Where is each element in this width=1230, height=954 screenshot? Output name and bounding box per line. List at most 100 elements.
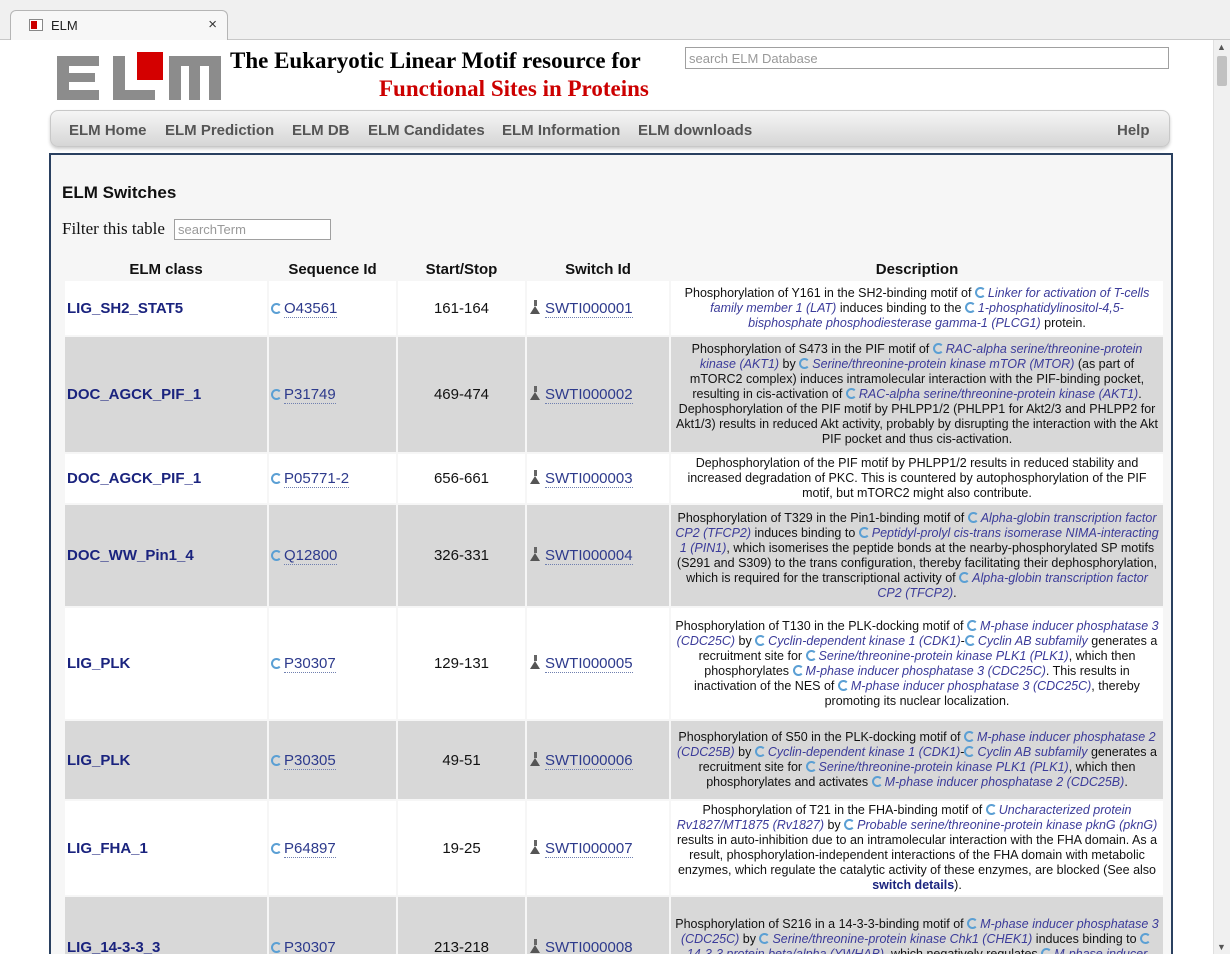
protein-icon: [271, 658, 282, 669]
protein-icon: [959, 571, 971, 583]
description-text: ).: [954, 878, 962, 892]
sequence-id-cell: P30307: [269, 608, 396, 719]
switch-id-cell: SWTI000008: [527, 897, 669, 954]
browser-tab[interactable]: ELM ×: [10, 10, 228, 40]
switch-details-link[interactable]: switch details: [872, 878, 954, 892]
sequence-id-link[interactable]: O43561: [284, 299, 338, 318]
description-text: , which negatively regulates: [884, 947, 1042, 954]
nav-help[interactable]: Help: [1117, 122, 1150, 139]
protein-link[interactable]: Serine/threonine-protein kinase Chk1 (CH…: [772, 932, 1032, 946]
flask-icon: [530, 751, 541, 766]
table-row: LIG_PLK P30307 129-131 SWTI000005 Phosphoryl…: [65, 608, 1163, 719]
table-row: DOC_AGCK_PIF_1 P05771-2 656-661 SWTI000003 D…: [65, 454, 1163, 503]
switch-id-link[interactable]: SWTI000006: [545, 751, 633, 770]
description-text: by: [735, 633, 756, 648]
switch-id-link[interactable]: SWTI000005: [545, 655, 633, 673]
description-text: .: [953, 585, 957, 600]
search-input[interactable]: [685, 47, 1169, 69]
protein-link[interactable]: M-phase inducer phosphatase 3 (CDC25C): [851, 679, 1091, 693]
description-cell: Phosphorylation of S473 in the PIF motif…: [671, 337, 1163, 452]
table-row: LIG_14-3-3_3 P30307 213-218 SWTI000008 Phosp…: [65, 897, 1163, 954]
description-text: protein.: [1040, 315, 1086, 330]
switch-id-link[interactable]: SWTI000002: [545, 386, 633, 404]
col-header-start-stop[interactable]: Start/Stop: [398, 259, 525, 279]
sequence-id-link[interactable]: P64897: [284, 839, 336, 858]
switch-id-cell: SWTI000001: [527, 281, 669, 335]
nav-elm-information[interactable]: ELM Information: [502, 122, 620, 139]
sequence-id-link[interactable]: P05771-2: [284, 470, 350, 488]
scroll-thumb[interactable]: [1217, 56, 1227, 86]
description-text: induces binding to: [751, 525, 859, 540]
protein-link[interactable]: Serine/threonine-protein kinase PLK1 (PL…: [819, 649, 1069, 663]
start-stop-cell: 469-474: [398, 337, 525, 452]
sequence-id-link[interactable]: P30307: [284, 655, 336, 673]
description-text: by: [823, 818, 845, 832]
description-text: Dephosphorylation of the PIF motif by PH…: [687, 456, 1147, 500]
nav-elm-prediction[interactable]: ELM Prediction: [165, 122, 274, 139]
sequence-id-cell: O43561: [269, 281, 396, 335]
protein-link[interactable]: Cyclin AB subfamily: [977, 745, 1087, 759]
switch-id-cell: SWTI000003: [527, 454, 669, 503]
protein-link[interactable]: M-phase inducer phosphatase 3 (CDC25C): [806, 664, 1046, 678]
protein-icon: [1041, 948, 1053, 954]
switch-id-link[interactable]: SWTI000004: [545, 547, 633, 565]
protein-link[interactable]: Serine/threonine-protein kinase PLK1 (PL…: [819, 760, 1069, 774]
elm-logo[interactable]: [57, 52, 221, 102]
protein-icon: [974, 286, 986, 298]
elm-class-cell[interactable]: DOC_WW_Pin1_4: [65, 505, 267, 606]
elm-class-cell[interactable]: DOC_AGCK_PIF_1: [65, 337, 267, 452]
scroll-up-icon[interactable]: ▲: [1217, 42, 1226, 52]
protein-link[interactable]: Cyclin-dependent kinase 1 (CDK1): [768, 745, 960, 759]
protein-icon: [271, 389, 282, 400]
description-text: by: [734, 745, 755, 759]
sequence-id-link[interactable]: Q12800: [284, 547, 338, 565]
close-tab-icon[interactable]: ×: [208, 16, 217, 33]
sequence-id-link[interactable]: P31749: [284, 386, 336, 404]
nav-elm-candidates[interactable]: ELM Candidates: [368, 122, 485, 139]
elm-class-cell[interactable]: DOC_AGCK_PIF_1: [65, 454, 267, 503]
nav-elm-downloads[interactable]: ELM downloads: [638, 122, 752, 139]
flask-icon: [530, 299, 541, 314]
elm-class-cell[interactable]: LIG_PLK: [65, 721, 267, 799]
sequence-id-cell: P05771-2: [269, 454, 396, 503]
protein-link[interactable]: Cyclin-dependent kinase 1 (CDK1): [768, 634, 960, 648]
protein-link[interactable]: Cyclin AB subfamily: [978, 634, 1088, 648]
protein-link[interactable]: Probable serine/threonine-protein kinase…: [857, 818, 1157, 832]
description-cell: Phosphorylation of T329 in the Pin1-bind…: [671, 505, 1163, 606]
protein-icon: [967, 918, 979, 929]
switch-id-cell: SWTI000006: [527, 721, 669, 799]
elm-class-cell[interactable]: LIG_SH2_STAT5: [65, 281, 267, 335]
col-header-sequence-id[interactable]: Sequence Id: [269, 259, 396, 279]
protein-link[interactable]: Serine/threonine-protein kinase mTOR (MT…: [812, 357, 1074, 371]
description-text: results in auto-inhibition due to an int…: [676, 833, 1158, 877]
col-header-description[interactable]: Description: [671, 259, 1163, 279]
elm-class-cell[interactable]: LIG_14-3-3_3: [65, 897, 267, 954]
protein-link[interactable]: 14-3-3 protein beta/alpha (YWHAB): [687, 947, 884, 954]
site-title: The Eukaryotic Linear Motif resource for: [230, 48, 641, 73]
protein-icon: [799, 358, 811, 369]
site-subtitle: Functional Sites in Proteins: [379, 76, 649, 101]
switch-id-link[interactable]: SWTI000008: [545, 938, 633, 954]
table-row: DOC_WW_Pin1_4 Q12800 326-331 SWTI000004 Phos…: [65, 505, 1163, 606]
sequence-id-link[interactable]: P30305: [284, 751, 336, 770]
switch-id-link[interactable]: SWTI000007: [545, 839, 633, 858]
elm-class-cell[interactable]: LIG_FHA_1: [65, 801, 267, 895]
sequence-id-link[interactable]: P30307: [284, 938, 336, 954]
table-row: DOC_AGCK_PIF_1 P31749 469-474 SWTI000002 Pho…: [65, 337, 1163, 452]
main-nav: ELM Home ELM Prediction ELM DB ELM Candi…: [50, 110, 1170, 147]
filter-input[interactable]: [174, 219, 331, 240]
nav-elm-db[interactable]: ELM DB: [292, 122, 350, 139]
col-header-switch-id[interactable]: Switch Id: [527, 259, 669, 279]
switch-id-link[interactable]: SWTI000001: [545, 299, 633, 318]
switch-id-link[interactable]: SWTI000003: [545, 470, 633, 488]
flask-icon: [530, 386, 541, 400]
flask-icon: [530, 655, 541, 669]
switch-id-cell: SWTI000007: [527, 801, 669, 895]
protein-link[interactable]: M-phase inducer phosphatase 2 (CDC25B): [885, 775, 1125, 789]
protein-link[interactable]: RAC-alpha serine/threonine-protein kinas…: [859, 387, 1138, 401]
nav-elm-home[interactable]: ELM Home: [69, 122, 147, 139]
elm-class-cell[interactable]: LIG_PLK: [65, 608, 267, 719]
vertical-scrollbar[interactable]: ▲ ▼: [1213, 40, 1230, 954]
scroll-down-icon[interactable]: ▼: [1217, 942, 1226, 952]
col-header-elm-class[interactable]: ELM class: [65, 259, 267, 279]
